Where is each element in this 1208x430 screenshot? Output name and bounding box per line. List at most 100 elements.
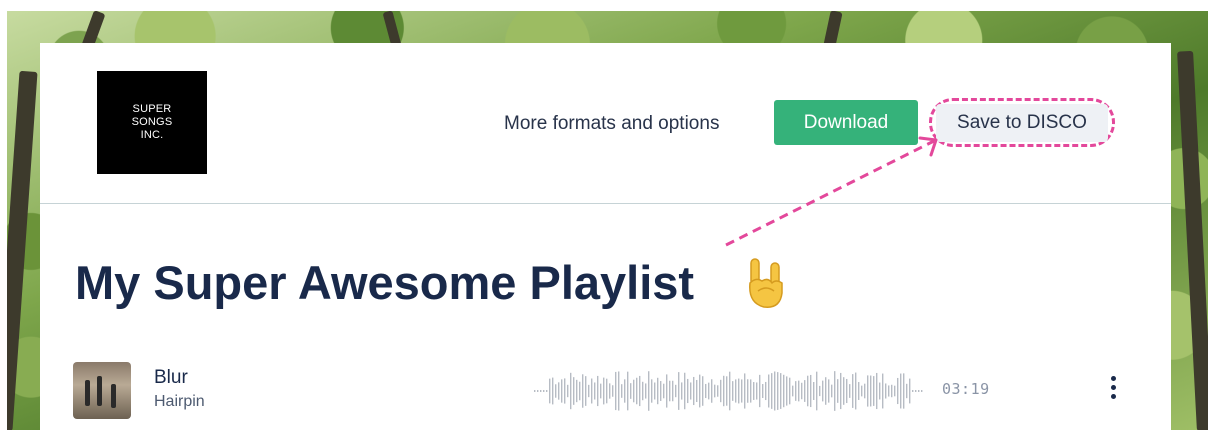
waveform-bar [684, 372, 686, 410]
waveform-bar [828, 379, 830, 403]
header: SUPER SONGS INC. More formats and option… [40, 43, 1171, 204]
save-to-disco-button[interactable]: Save to DISCO [936, 104, 1108, 142]
waveform-bar [876, 372, 878, 410]
waveform-bar [915, 390, 917, 392]
waveform-bar [879, 382, 881, 400]
waveform-bar [765, 381, 767, 401]
more-options-icon[interactable] [1106, 376, 1120, 404]
waveform-bar [738, 378, 740, 404]
waveform-bar [618, 371, 620, 411]
waveform-bar [855, 372, 857, 410]
waveform-bar [534, 390, 536, 392]
brand-logo-text: SUPER SONGS INC. [131, 103, 173, 141]
waveform-bar [639, 375, 641, 407]
waveform-bar [825, 377, 827, 405]
waveform-bar [846, 378, 848, 404]
waveform-bar [540, 390, 542, 392]
waveform-bar [666, 374, 668, 408]
waveform-bar [543, 390, 545, 392]
waveform-bar [867, 375, 869, 407]
waveform-bar [546, 390, 548, 392]
waveform-bar [621, 384, 623, 398]
waveform-bar [645, 383, 647, 399]
waveform-bar [822, 380, 824, 402]
waveform-bar [750, 379, 752, 403]
waveform-bar [714, 384, 716, 398]
waveform-bar [849, 384, 851, 398]
waveform-bar [687, 378, 689, 404]
waveform-bar [885, 383, 887, 399]
waveform-bar [819, 385, 821, 397]
waveform-bar [654, 382, 656, 400]
waveform-bar [663, 383, 665, 399]
waveform-bar [555, 384, 557, 398]
waveform-bar [723, 375, 725, 407]
playlist-title: My Super Awesome Playlist [75, 256, 695, 309]
waveform-bar [810, 374, 812, 408]
waveform-bar [882, 373, 884, 409]
waveform-bar [600, 383, 602, 399]
waveform-bar [669, 380, 671, 402]
waveform-bar [768, 374, 770, 408]
waveform[interactable] [532, 369, 928, 413]
waveform-bar [660, 381, 662, 401]
waveform-bar [783, 374, 785, 408]
waveform-bar [636, 377, 638, 405]
brand-logo: SUPER SONGS INC. [97, 71, 207, 174]
waveform-bar [705, 383, 707, 399]
album-art [73, 362, 131, 419]
waveform-bar [837, 379, 839, 403]
waveform-bar [603, 377, 605, 405]
waveform-bar [651, 379, 653, 403]
waveform-bar [585, 376, 587, 406]
waveform-bar [894, 385, 896, 397]
waveform-bar [786, 376, 788, 406]
waveform-bar [861, 385, 863, 397]
waveform-bar [615, 371, 617, 411]
waveform-bar [699, 374, 701, 408]
waveform-bar [816, 371, 818, 411]
waveform-bar [678, 372, 680, 410]
waveform-bar [606, 378, 608, 404]
waveform-bar [702, 376, 704, 406]
waveform-bar [753, 382, 755, 400]
track-duration: 03:19 [942, 380, 990, 398]
waveform-bar [780, 373, 782, 409]
more-formats-link[interactable]: More formats and options [504, 113, 719, 135]
waveform-bar [582, 374, 584, 408]
waveform-bar [912, 390, 914, 392]
waveform-bar [558, 382, 560, 400]
waveform-bar [720, 379, 722, 403]
waveform-bar [627, 371, 629, 411]
waveform-bar [909, 378, 911, 404]
waveform-bar [732, 381, 734, 401]
waveform-bar [609, 383, 611, 399]
waveform-bar [906, 383, 908, 399]
waveform-bar [630, 383, 632, 399]
waveform-bar [741, 379, 743, 403]
waveform-bar [813, 381, 815, 401]
waveform-bar [549, 378, 551, 404]
waveform-bar [870, 375, 872, 407]
waveform-bar [789, 377, 791, 405]
waveform-bar [891, 384, 893, 398]
waveform-bar [579, 381, 581, 401]
waveform-bar [642, 381, 644, 401]
waveform-bar [888, 385, 890, 397]
playlist-card: SUPER SONGS INC. More formats and option… [40, 43, 1171, 430]
waveform-bar [777, 372, 779, 410]
waveform-bar [918, 390, 920, 392]
waveform-bar [561, 379, 563, 403]
track-row[interactable]: Blur Hairpin 03:19 [40, 355, 1171, 430]
waveform-bar [537, 390, 539, 392]
waveform-bar [567, 384, 569, 398]
download-button[interactable]: Download [774, 100, 918, 145]
waveform-bar [576, 379, 578, 403]
waveform-bar [657, 377, 659, 405]
waveform-bar [597, 375, 599, 407]
waveform-bar [771, 373, 773, 409]
waveform-bar [744, 373, 746, 409]
waveform-bar [696, 379, 698, 403]
waveform-bar [675, 384, 677, 398]
waveform-bar [711, 379, 713, 403]
